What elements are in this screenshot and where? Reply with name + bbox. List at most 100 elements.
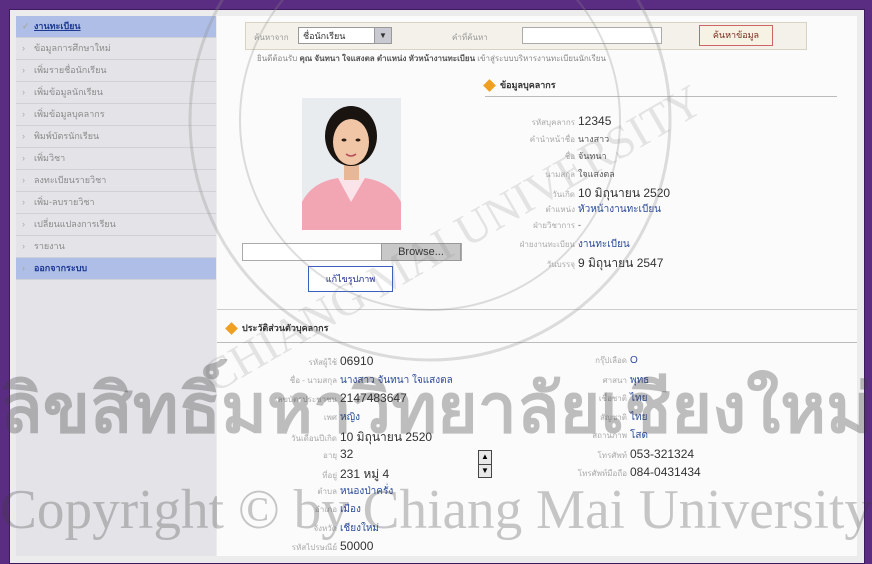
- field-value: 50000: [340, 539, 374, 553]
- field-label: รหัสบุคลากร: [531, 118, 575, 127]
- sidebar: ✓ งานทะเบียน › ข้อมูลการศึกษาใหม่ › เพิ่มรายช…: [16, 16, 216, 556]
- address-scrollbar[interactable]: ▲ ▼: [478, 450, 492, 478]
- field-value: หนองป่าครั่ง: [340, 485, 394, 497]
- field-row: อายุ 32: [247, 447, 353, 462]
- field-value: 9 มิถุนายน 2547: [578, 256, 664, 270]
- sidebar-item[interactable]: ✓ งานทะเบียน: [16, 16, 216, 38]
- field-value: นางสาว จันทนา ใจแสงตล: [340, 374, 453, 386]
- field-label: เลขบัตรประชาชน: [274, 395, 337, 404]
- sidebar-item[interactable]: › เปลี่ยนแปลงการเรียน: [16, 214, 216, 236]
- field-row: วันบรรจุ 9 มิถุนายน 2547: [487, 254, 664, 273]
- sidebar-item[interactable]: › เพิ่มวิชา: [16, 148, 216, 170]
- field-label: ที่อยู่: [322, 471, 337, 480]
- search-type-value: ชื่อนักเรียน: [303, 31, 346, 41]
- field-row: คำนำหน้าชื่อ นางสาว: [487, 132, 609, 146]
- staff-section-title: ข้อมูลบุคลากร: [483, 78, 556, 92]
- field-value: 084-0431434: [630, 465, 701, 479]
- sidebar-item-label: ข้อมูลการศึกษาใหม่: [34, 43, 111, 53]
- field-value: เมือง: [340, 504, 361, 515]
- staff-photo: [302, 98, 401, 230]
- field-value: โสด: [630, 430, 648, 441]
- bullet-icon: ✓: [22, 21, 30, 31]
- field-value: งานทะเบียน: [578, 238, 630, 250]
- field-label: ฝ่ายวิชาการ: [533, 221, 575, 230]
- field-value: -: [578, 220, 581, 230]
- field-value: หญิง: [340, 411, 360, 423]
- search-type-select[interactable]: ชื่อนักเรียน ▼: [298, 27, 392, 44]
- sidebar-item[interactable]: › ข้อมูลการศึกษาใหม่: [16, 38, 216, 60]
- bullet-icon: ›: [22, 43, 25, 53]
- sidebar-item[interactable]: › เพิ่มข้อมูลนักเรียน: [16, 82, 216, 104]
- field-label: อำเภอ: [314, 505, 337, 514]
- field-row: ชื่อ - นามสกุล นางสาว จันทนา ใจแสงตล: [247, 373, 453, 388]
- sidebar-item-label: ออกจากระบบ: [34, 263, 88, 273]
- field-value: 06910: [340, 354, 374, 368]
- field-value: ไทย: [630, 393, 648, 404]
- field-row: รหัสผู้ใช้ 06910: [247, 354, 374, 369]
- search-keyword-input[interactable]: [522, 27, 662, 44]
- field-row: วันเดือนปีเกิด 10 มิถุนายน 2520: [247, 428, 432, 447]
- sidebar-item[interactable]: › เพิ่มข้อมูลบุคลากร: [16, 104, 216, 126]
- welcome-user-name: คุณ จันทนา ใจแสงตล: [299, 54, 375, 63]
- main-content: ค้นหาจาก ชื่อนักเรียน ▼ คำที่ค้นหา ค้นหา…: [217, 16, 857, 556]
- field-label: รหัสไปรษณีย์: [291, 543, 337, 552]
- bullet-icon: ›: [22, 197, 25, 207]
- field-row: ตำบล หนองป่าครั่ง: [247, 484, 393, 499]
- bullet-icon: ›: [22, 87, 25, 97]
- search-type-label: ค้นหาจาก: [254, 33, 289, 42]
- field-row: นามสกุล ใจแสงตล: [487, 167, 615, 181]
- field-row: รหัสไปรษณีย์ 50000: [247, 539, 374, 554]
- field-label: สัญชาติ: [600, 412, 627, 422]
- sidebar-item-label: ลงทะเบียนรายวิชา: [34, 175, 107, 185]
- field-label: ศาสนา: [602, 375, 627, 385]
- sidebar-item-label: เปลี่ยนแปลงการเรียน: [34, 219, 116, 229]
- sidebar-item[interactable]: › ลงทะเบียนรายวิชา: [16, 170, 216, 192]
- field-label: กรุ๊ปเลือด: [595, 356, 627, 365]
- field-label: รหัสผู้ใช้: [308, 358, 337, 367]
- scroll-up-icon[interactable]: ▲: [479, 451, 491, 465]
- bullet-icon: ›: [22, 219, 25, 229]
- search-keyword-label: คำที่ค้นหา: [452, 33, 488, 42]
- sidebar-item[interactable]: › เพิ่มรายชื่อนักเรียน: [16, 60, 216, 82]
- welcome-prefix: ยินดีต้อนรับ: [257, 54, 298, 63]
- field-label: เชื้อชาติ: [598, 394, 627, 403]
- field-row: โทรศัพท์ 053-321324: [547, 447, 695, 462]
- sidebar-item[interactable]: › เพิ่ม-ลบรายวิชา: [16, 192, 216, 214]
- field-row: โทรศัพท์มือถือ 084-0431434: [547, 465, 701, 480]
- field-label: คำนำหน้าชื่อ: [529, 134, 575, 144]
- field-label: วันเดือนปีเกิด: [290, 434, 337, 443]
- search-button[interactable]: ค้นหาข้อมูล: [699, 25, 773, 46]
- field-label: ฝ่ายงานทะเบียน: [519, 239, 575, 249]
- field-row: รหัสบุคลากร 12345: [487, 114, 612, 129]
- sidebar-item[interactable]: › รายงาน: [16, 236, 216, 258]
- field-row: ฝ่ายงานทะเบียน งานทะเบียน: [487, 237, 630, 252]
- welcome-user-position: ตำแหน่ง หัวหน้างานทะเบียน: [376, 54, 476, 63]
- sidebar-item-label: เพิ่มรายชื่อนักเรียน: [34, 65, 107, 75]
- field-label: เพศ: [323, 412, 337, 422]
- edit-photo-button[interactable]: แก้ไขรูปภาพ: [308, 266, 393, 292]
- bullet-icon: ›: [22, 109, 25, 119]
- field-row: จังหวัด เชียงใหม่: [247, 521, 379, 536]
- bullet-icon: ›: [22, 175, 25, 185]
- field-row: ฝ่ายวิชาการ -: [487, 219, 581, 232]
- sidebar-item-label: พิมพ์บัตรนักเรียน: [34, 131, 100, 141]
- bullet-icon: ›: [22, 153, 25, 163]
- field-row: ศาสนา พุทธ: [547, 373, 650, 388]
- sidebar-item-label: เพิ่มข้อมูลบุคลากร: [34, 109, 105, 119]
- sidebar-item[interactable]: › ออกจากระบบ: [16, 258, 216, 280]
- welcome-suffix: เข้าสู่ระบบบริหารงานทะเบียนนักเรียน: [477, 54, 606, 63]
- browse-button[interactable]: Browse...: [381, 243, 461, 261]
- field-value: ไทย: [630, 411, 648, 423]
- bullet-icon: ›: [22, 263, 25, 273]
- field-label: อายุ: [323, 450, 337, 460]
- field-row: อำเภอ เมือง: [247, 502, 361, 517]
- scroll-down-icon[interactable]: ▼: [479, 465, 491, 478]
- field-row: กรุ๊ปเลือด O: [547, 354, 638, 367]
- field-value: เชียงใหม่: [340, 522, 380, 534]
- chevron-down-icon[interactable]: ▼: [374, 28, 391, 43]
- field-value: 10 มิถุนายน 2520: [340, 430, 433, 444]
- sidebar-item-label: เพิ่มข้อมูลนักเรียน: [34, 87, 103, 97]
- sidebar-item[interactable]: › พิมพ์บัตรนักเรียน: [16, 126, 216, 148]
- field-value: จันทนา: [578, 151, 607, 161]
- divider: [217, 342, 857, 343]
